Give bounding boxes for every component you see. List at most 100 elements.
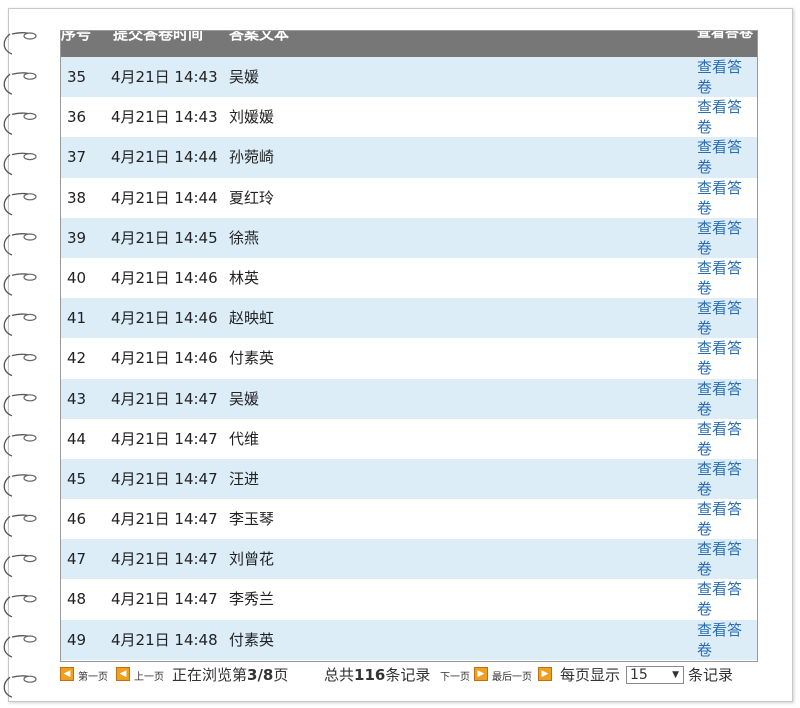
row-index: 45 bbox=[67, 469, 87, 488]
view-answer-link[interactable]: 查看答卷 bbox=[697, 97, 749, 137]
row-submit-time: 4月21日 14:43 bbox=[111, 108, 218, 127]
view-answer-link[interactable]: 查看答卷 bbox=[697, 298, 749, 338]
row-index: 39 bbox=[67, 228, 87, 247]
row-submit-time: 4月21日 14:47 bbox=[111, 590, 218, 609]
view-answer-link[interactable]: 查看答卷 bbox=[697, 338, 749, 378]
view-answer-link[interactable]: 查看答卷 bbox=[697, 419, 749, 459]
row-index: 36 bbox=[67, 108, 87, 127]
header-view: 查看答卷 bbox=[697, 30, 753, 41]
row-index: 38 bbox=[67, 188, 87, 207]
row-submit-time: 4月21日 14:44 bbox=[111, 148, 218, 167]
view-answer-link[interactable]: 查看答卷 bbox=[697, 57, 749, 97]
view-answer-link[interactable]: 查看答卷 bbox=[697, 539, 749, 579]
spiral-hole-icon bbox=[23, 675, 37, 683]
row-answer-text: 吴媛 bbox=[229, 389, 260, 408]
row-submit-time: 4月21日 14:47 bbox=[111, 550, 218, 569]
first-page-link[interactable]: 第一页 bbox=[78, 668, 108, 683]
view-answer-link[interactable]: 查看答卷 bbox=[697, 459, 749, 499]
view-answer-link[interactable]: 查看答卷 bbox=[697, 137, 749, 177]
row-submit-time: 4月21日 14:47 bbox=[111, 510, 218, 529]
view-answer-link[interactable]: 查看答卷 bbox=[697, 499, 749, 539]
total-records: 总共116条记录 bbox=[324, 666, 431, 684]
table-row: 43 4月21日 14:47 吴媛 查看答卷 bbox=[61, 378, 757, 419]
per-page-value: 15 bbox=[630, 667, 648, 683]
row-index: 37 bbox=[67, 148, 87, 167]
row-submit-time: 4月21日 14:43 bbox=[111, 68, 218, 86]
spiral-hole-icon bbox=[23, 112, 37, 121]
answer-table: 序号 提交答卷时间 答案文本 查看答卷 35 4月21日 14:43 吴媛 查看答卷 3… bbox=[60, 30, 758, 662]
table-row: 45 4月21日 14:47 汪进 查看答卷 bbox=[61, 458, 757, 500]
row-submit-time: 4月21日 14:46 bbox=[111, 268, 218, 287]
table-row: 35 4月21日 14:43 吴媛 查看答卷 bbox=[61, 57, 757, 98]
spiral-hole-icon bbox=[23, 153, 37, 161]
spiral-hole-icon bbox=[23, 554, 37, 563]
view-answer-link[interactable]: 查看答卷 bbox=[697, 178, 749, 218]
spiral-hole-icon bbox=[23, 72, 37, 80]
table-row: 40 4月21日 14:46 林英 查看答卷 bbox=[61, 257, 757, 299]
row-answer-text: 赵映虹 bbox=[229, 309, 275, 328]
spiral-hole-icon bbox=[23, 233, 37, 241]
row-submit-time: 4月21日 14:47 bbox=[111, 389, 218, 408]
row-answer-text: 刘曾花 bbox=[229, 550, 275, 569]
table-row: 38 4月21日 14:44 夏红玲 查看答卷 bbox=[61, 177, 757, 218]
per-page-label: 每页显示 bbox=[560, 666, 621, 684]
next-page-link[interactable]: 下一页 bbox=[440, 668, 470, 683]
table-row: 47 4月21日 14:47 刘曾花 查看答卷 bbox=[61, 539, 757, 580]
first-page-icon[interactable]: ◀ bbox=[60, 667, 74, 681]
chevron-down-icon: ▼ bbox=[672, 670, 679, 680]
prev-page-link[interactable]: 上一页 bbox=[134, 668, 164, 683]
spiral-hole-icon bbox=[23, 193, 37, 201]
row-answer-text: 林英 bbox=[229, 268, 260, 287]
row-index: 41 bbox=[67, 309, 87, 328]
per-page-suffix: 条记录 bbox=[688, 666, 734, 684]
header-text: 答案文本 bbox=[229, 30, 290, 43]
spiral-hole-icon bbox=[23, 635, 37, 643]
row-index: 44 bbox=[67, 429, 87, 448]
spiral-binding bbox=[3, 32, 37, 698]
row-index: 40 bbox=[67, 268, 87, 287]
last-page-icon[interactable]: ▶ bbox=[538, 667, 552, 681]
next-page-icon[interactable]: ▶ bbox=[474, 667, 488, 681]
row-submit-time: 4月21日 14:46 bbox=[111, 309, 218, 328]
table-row: 36 4月21日 14:43 刘媛媛 查看答卷 bbox=[61, 97, 757, 138]
row-answer-text: 李玉琴 bbox=[229, 510, 275, 529]
spiral-hole-icon bbox=[23, 354, 37, 362]
row-answer-text: 刘媛媛 bbox=[229, 108, 275, 127]
row-answer-text: 夏红玲 bbox=[229, 188, 275, 207]
row-answer-text: 孙菀崎 bbox=[229, 148, 275, 167]
view-answer-link[interactable]: 查看答卷 bbox=[697, 379, 749, 419]
spiral-hole-icon bbox=[23, 434, 37, 442]
row-answer-text: 徐燕 bbox=[229, 228, 260, 247]
table-row: 48 4月21日 14:47 李秀兰 查看答卷 bbox=[61, 579, 757, 620]
table-row: 49 4月21日 14:48 付素英 查看答卷 bbox=[61, 619, 757, 660]
last-page-link[interactable]: 最后一页 bbox=[492, 668, 532, 683]
row-answer-text: 付素英 bbox=[229, 630, 275, 649]
spiral-hole-icon bbox=[23, 474, 37, 482]
row-index: 35 bbox=[67, 68, 87, 86]
row-answer-text: 代维 bbox=[229, 429, 260, 448]
spiral-hole-icon bbox=[23, 313, 37, 321]
row-index: 48 bbox=[67, 590, 87, 609]
row-answer-text: 汪进 bbox=[229, 469, 260, 488]
row-answer-text: 李秀兰 bbox=[229, 590, 275, 609]
table-header: 序号 提交答卷时间 答案文本 查看答卷 bbox=[61, 31, 757, 57]
spiral-hole-icon bbox=[23, 273, 37, 281]
view-answer-link[interactable]: 查看答卷 bbox=[697, 258, 749, 298]
row-index: 47 bbox=[67, 550, 87, 569]
row-index: 49 bbox=[67, 630, 87, 649]
row-answer-text: 付素英 bbox=[229, 349, 275, 368]
view-answer-link[interactable]: 查看答卷 bbox=[697, 620, 749, 660]
per-page-select[interactable]: 15 ▼ bbox=[626, 666, 684, 684]
row-submit-time: 4月21日 14:45 bbox=[111, 228, 218, 247]
spiral-hole-icon bbox=[23, 394, 37, 402]
table-row: 46 4月21日 14:47 李玉琴 查看答卷 bbox=[61, 499, 757, 540]
view-answer-link[interactable]: 查看答卷 bbox=[697, 218, 749, 258]
table-row: 44 4月21日 14:47 代维 查看答卷 bbox=[61, 418, 757, 459]
table-row: 39 4月21日 14:45 徐燕 查看答卷 bbox=[61, 217, 757, 258]
row-answer-text: 吴媛 bbox=[229, 68, 260, 86]
header-index: 序号 bbox=[61, 30, 92, 43]
pagination-bar: ◀ 第一页 ◀ 上一页 正在浏览第3/8页 总共116条记录 下一页 ▶ 最后一… bbox=[60, 664, 760, 688]
prev-page-icon[interactable]: ◀ bbox=[116, 667, 130, 681]
view-answer-link[interactable]: 查看答卷 bbox=[697, 579, 749, 619]
header-time: 提交答卷时间 bbox=[113, 30, 204, 43]
